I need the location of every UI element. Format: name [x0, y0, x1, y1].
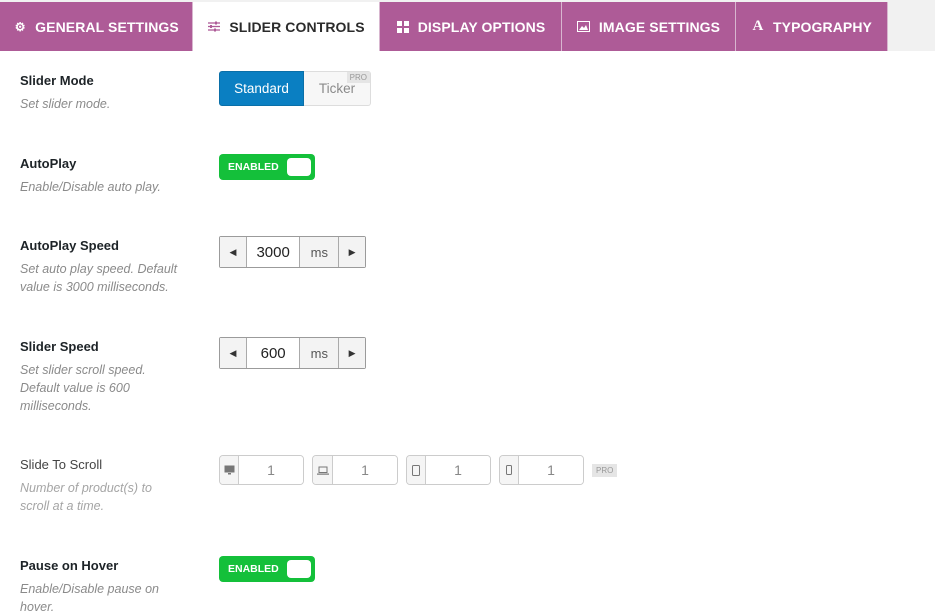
- caret-right-icon: ▶: [348, 246, 356, 257]
- field-label: Slider Speed: [20, 339, 99, 354]
- laptop-icon: [313, 456, 333, 484]
- tab-label: TYPOGRAPHY: [772, 18, 872, 35]
- field-description: Enable/Disable pause on hover.: [20, 582, 159, 614]
- slider-speed-field: Slider Speed Set slider scroll speed. De…: [20, 339, 170, 415]
- field-label: Slider Mode: [20, 73, 94, 88]
- sliders-icon: [207, 20, 221, 34]
- tab-image-settings[interactable]: IMAGE SETTINGS: [562, 2, 736, 51]
- unit-label: ms: [300, 237, 340, 267]
- slider-mode-field: Slider Mode Set slider mode.: [20, 73, 198, 113]
- tab-label: SLIDER CONTROLS: [229, 18, 365, 35]
- toggle-state: ENABLED: [228, 161, 279, 173]
- unit-label: ms: [300, 338, 340, 368]
- caret-left-icon: ◀: [229, 347, 237, 358]
- decrement-button[interactable]: ◀: [220, 338, 246, 368]
- field-description: Set auto play speed. Default value is 30…: [20, 262, 178, 294]
- settings-tabs: ⚙ GENERAL SETTINGS SLIDER CONTROLS DISPL…: [0, 0, 935, 51]
- desktop-input-group: [219, 455, 304, 485]
- autoplay-speed-spinner: ◀ 3000 ms ▶: [219, 236, 366, 268]
- tab-display-options[interactable]: DISPLAY OPTIONS: [380, 2, 562, 51]
- mobile-icon: [500, 456, 519, 484]
- slide-to-scroll-field: Slide To Scroll Number of product(s) to …: [20, 457, 180, 515]
- autoplay-speed-input[interactable]: 3000: [245, 237, 301, 267]
- laptop-input-group: [312, 455, 398, 485]
- desktop-scroll-input[interactable]: [239, 456, 303, 484]
- field-label: Slide To Scroll: [20, 457, 103, 472]
- tablet-scroll-input[interactable]: [426, 456, 490, 484]
- increment-button[interactable]: ▶: [339, 338, 365, 368]
- tab-label: GENERAL SETTINGS: [35, 18, 179, 35]
- field-description: Set slider mode.: [20, 97, 111, 111]
- mode-standard-button[interactable]: Standard: [219, 71, 304, 106]
- tab-slider-controls[interactable]: SLIDER CONTROLS: [193, 2, 380, 51]
- autoplay-field: AutoPlay Enable/Disable auto play.: [20, 156, 198, 196]
- slide-to-scroll-inputs: PRO: [219, 455, 618, 485]
- slider-mode-buttonset: Standard Ticker PRO: [219, 71, 371, 106]
- field-description: Set slider scroll speed. Default value i…: [20, 363, 146, 413]
- field-label: AutoPlay: [20, 156, 77, 171]
- ticker-label: Ticker: [318, 81, 356, 96]
- pause-on-hover-field: Pause on Hover Enable/Disable pause on h…: [20, 558, 180, 616]
- pause-on-hover-toggle[interactable]: ENABLED: [219, 556, 315, 582]
- field-label: AutoPlay Speed: [20, 238, 119, 253]
- mobile-scroll-input[interactable]: [519, 456, 583, 484]
- caret-left-icon: ◀: [229, 246, 237, 257]
- tablet-input-group: [406, 455, 491, 485]
- pro-badge: PRO: [592, 463, 618, 477]
- tablet-icon: [407, 456, 426, 484]
- decrement-button[interactable]: ◀: [220, 237, 246, 267]
- laptop-scroll-input[interactable]: [333, 456, 397, 484]
- autoplay-toggle[interactable]: ENABLED: [219, 154, 315, 180]
- field-description: Number of product(s) to scroll at a time…: [20, 481, 152, 513]
- field-description: Enable/Disable auto play.: [20, 180, 161, 194]
- caret-right-icon: ▶: [348, 347, 356, 358]
- toggle-knob: [287, 158, 311, 176]
- slider-speed-input[interactable]: 600: [245, 338, 301, 368]
- font-icon: A: [752, 18, 764, 34]
- increment-button[interactable]: ▶: [339, 237, 365, 267]
- tab-typography[interactable]: A TYPOGRAPHY: [736, 2, 888, 51]
- desktop-icon: [220, 456, 239, 484]
- slider-speed-spinner: ◀ 600 ms ▶: [219, 337, 366, 369]
- pro-badge: PRO: [346, 72, 370, 83]
- autoplay-speed-field: AutoPlay Speed Set auto play speed. Defa…: [20, 238, 198, 296]
- mobile-input-group: [499, 455, 584, 485]
- tab-general-settings[interactable]: ⚙ GENERAL SETTINGS: [0, 2, 193, 51]
- mode-ticker-button[interactable]: Ticker PRO: [304, 71, 371, 106]
- field-label: Pause on Hover: [20, 558, 119, 573]
- image-icon: [577, 20, 591, 34]
- toggle-knob: [287, 560, 311, 578]
- grid-icon: [396, 20, 410, 34]
- tab-label: IMAGE SETTINGS: [598, 18, 721, 35]
- gear-icon: ⚙: [14, 19, 26, 34]
- toggle-state: ENABLED: [228, 563, 279, 575]
- tab-label: DISPLAY OPTIONS: [417, 18, 546, 35]
